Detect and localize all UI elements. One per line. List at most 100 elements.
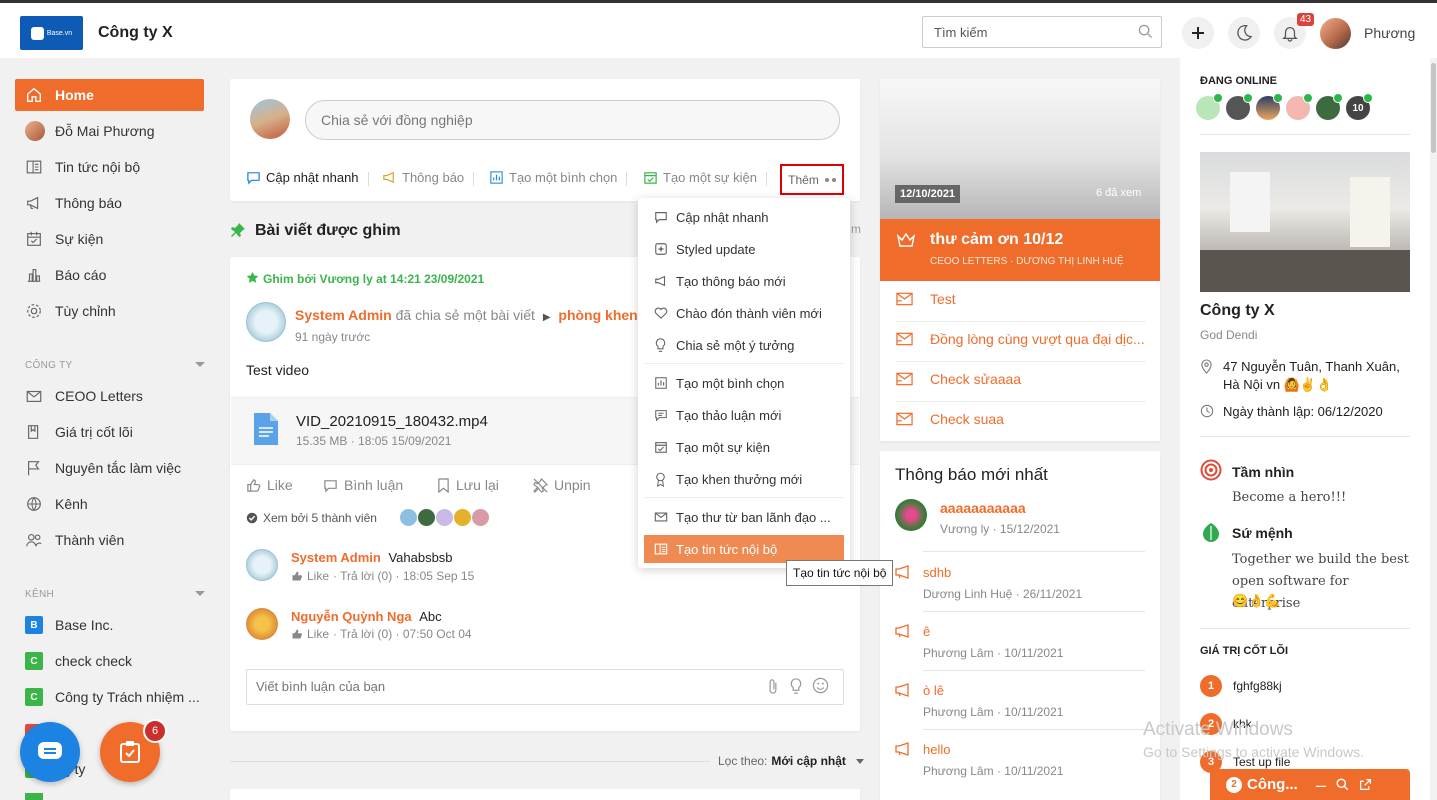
letter-item[interactable]: Check sửaaaa xyxy=(896,371,1146,387)
online-more-count[interactable]: 10 xyxy=(1346,93,1373,120)
search-icon[interactable] xyxy=(1138,24,1153,39)
sidebar-item-ceoo-letters[interactable]: CEOO Letters xyxy=(15,380,204,412)
file-name[interactable]: VID_20210915_180432.mp4 xyxy=(296,413,488,430)
caret-right-icon: ▶ xyxy=(542,312,551,323)
notice-title[interactable]: aaaaaaaaaaa xyxy=(940,500,1026,516)
share-box[interactable] xyxy=(305,100,840,140)
viewer-avatar[interactable] xyxy=(399,508,418,527)
notice-title[interactable]: hello xyxy=(923,742,950,757)
chat-bubble-bar[interactable]: 2 Công... – xyxy=(1210,769,1410,800)
filter-select[interactable]: Lọc theo: Mới cập nhật xyxy=(718,754,864,768)
viewer-avatar[interactable] xyxy=(471,508,490,527)
sidebar-item-channels[interactable]: Kênh xyxy=(15,488,204,520)
sidebar-item-events[interactable]: Sự kiện xyxy=(15,223,204,255)
letter-title[interactable]: thư cảm ơn 10/12 xyxy=(930,231,1063,249)
calendar-check-icon xyxy=(655,442,667,453)
search-icon[interactable] xyxy=(1336,778,1349,791)
thumbs-up-icon[interactable] xyxy=(291,628,303,640)
viewer-avatar[interactable] xyxy=(417,508,436,527)
author-avatar[interactable] xyxy=(246,302,286,342)
comment-box[interactable] xyxy=(246,669,844,705)
chat-button[interactable] xyxy=(20,722,80,782)
sidebar-item-profile[interactable]: Đỗ Mai Phương xyxy=(15,115,204,147)
channel-item[interactable]: B Base Inc. xyxy=(15,609,204,641)
like-button[interactable]: Like xyxy=(246,477,293,493)
featured-letter[interactable] xyxy=(880,219,1160,281)
menu-item-create-discussion[interactable]: Tạo thảo luận mới xyxy=(644,401,844,429)
more-button[interactable]: Thêm xyxy=(780,164,844,195)
user-name[interactable]: Phương xyxy=(1364,25,1415,41)
menu-item-ceo-letter[interactable]: Tạo thư từ ban lãnh đạo ... xyxy=(644,503,844,531)
menu-item-styled-update[interactable]: Styled update xyxy=(644,235,844,263)
letter-item[interactable]: Check suaa xyxy=(896,411,1146,427)
menu-item-create-event[interactable]: Tạo một sự kiện xyxy=(644,433,844,461)
chevron-down-icon[interactable] xyxy=(195,362,205,367)
create-event-button[interactable]: Tạo một sự kiện xyxy=(643,170,767,186)
commenter-avatar[interactable] xyxy=(246,549,278,581)
viewer-avatar[interactable] xyxy=(453,508,472,527)
quick-update-button[interactable]: Cập nhật nhanh xyxy=(246,170,369,186)
company-name[interactable]: Công ty X xyxy=(98,24,173,42)
sidebar-item-core-values[interactable]: Giá trị cốt lõi xyxy=(15,416,204,448)
online-user-avatar[interactable] xyxy=(1316,93,1343,120)
core-value-item[interactable]: 1 fghfg88kj xyxy=(1200,675,1282,697)
notice-avatar[interactable] xyxy=(895,499,927,531)
author-name[interactable]: System Admin xyxy=(295,307,392,323)
megaphone-icon xyxy=(895,683,909,697)
sidebar-item-news[interactable]: Tin tức nội bộ xyxy=(15,151,204,183)
viewer-avatar[interactable] xyxy=(435,508,454,527)
comment-author[interactable]: System Admin xyxy=(291,550,381,565)
chevron-down-icon[interactable] xyxy=(195,591,205,596)
online-user-avatar[interactable] xyxy=(1256,93,1283,120)
online-user-avatar[interactable] xyxy=(1286,93,1313,120)
share-input[interactable] xyxy=(306,101,806,139)
save-button[interactable]: Lưu lại xyxy=(437,477,499,493)
comment-button[interactable]: Bình luận xyxy=(323,477,403,493)
menu-item-create-poll[interactable]: Tạo một bình chọn xyxy=(644,369,844,397)
dark-mode-button[interactable] xyxy=(1228,17,1260,49)
user-avatar[interactable] xyxy=(1320,18,1351,49)
sidebar-item-members[interactable]: Thành viên xyxy=(15,524,204,556)
announcement-button[interactable]: Thông báo xyxy=(382,170,475,186)
comment-input[interactable] xyxy=(247,670,727,702)
search-box[interactable] xyxy=(922,16,1162,48)
comment-author[interactable]: Nguyễn Quỳnh Nga xyxy=(291,609,412,624)
paperclip-icon[interactable] xyxy=(767,678,779,695)
unpin-button[interactable]: Unpin xyxy=(533,477,591,493)
menu-item-new-announcement[interactable]: Tạo thông báo mới xyxy=(644,267,844,295)
create-poll-button[interactable]: Tạo một bình chọn xyxy=(489,170,628,186)
menu-item-internal-news[interactable]: Tạo tin tức nội bộ xyxy=(644,535,844,563)
channel-item[interactable] xyxy=(25,793,43,800)
sidebar-item-work-principles[interactable]: Nguyên tắc làm việc xyxy=(15,452,204,484)
menu-item-welcome-member[interactable]: Chào đón thành viên mới xyxy=(644,299,844,327)
commenter-avatar[interactable] xyxy=(246,608,278,640)
channel-item[interactable]: C Công ty Trách nhiệm ... xyxy=(15,681,204,713)
menu-item-quick-update[interactable]: Cập nhật nhanh xyxy=(644,203,844,231)
seen-by-label[interactable]: Xem bởi 5 thành viên xyxy=(263,511,377,525)
pinned-see-more[interactable]: m xyxy=(851,222,861,236)
thumbs-up-icon[interactable] xyxy=(291,570,303,582)
target-channel[interactable]: phòng khen xyxy=(558,307,637,323)
external-link-icon[interactable] xyxy=(1359,778,1372,791)
scrollbar[interactable] xyxy=(1430,58,1437,800)
sidebar-item-home[interactable]: Home xyxy=(15,79,204,111)
minimize-icon[interactable]: – xyxy=(1316,776,1326,794)
channel-item[interactable]: C check check xyxy=(15,645,204,677)
notice-title[interactable]: ò lê xyxy=(923,683,944,698)
letter-item[interactable]: Test xyxy=(896,291,1146,307)
menu-item-share-idea[interactable]: Chia sẻ một ý tưởng xyxy=(644,331,844,359)
sidebar-item-announcements[interactable]: Thông báo xyxy=(15,187,204,219)
add-button[interactable] xyxy=(1182,17,1214,49)
search-input[interactable] xyxy=(923,17,1123,47)
sidebar-item-customize[interactable]: Tùy chỉnh xyxy=(15,295,204,327)
menu-item-create-reward[interactable]: Tạo khen thưởng mới xyxy=(644,465,844,493)
letter-item[interactable]: Đồng lòng cùng vượt qua đại dịc... xyxy=(896,331,1146,347)
online-user-avatar[interactable] xyxy=(1226,93,1253,120)
lightbulb-icon[interactable] xyxy=(789,678,803,695)
notice-title[interactable]: sdhb xyxy=(923,565,951,580)
notice-title[interactable]: ê xyxy=(923,624,930,639)
sidebar-item-reports[interactable]: Báo cáo xyxy=(15,259,204,291)
company-logo[interactable]: Base.vn xyxy=(20,16,83,50)
emoji-icon[interactable] xyxy=(812,677,829,694)
online-user-avatar[interactable] xyxy=(1196,93,1223,120)
